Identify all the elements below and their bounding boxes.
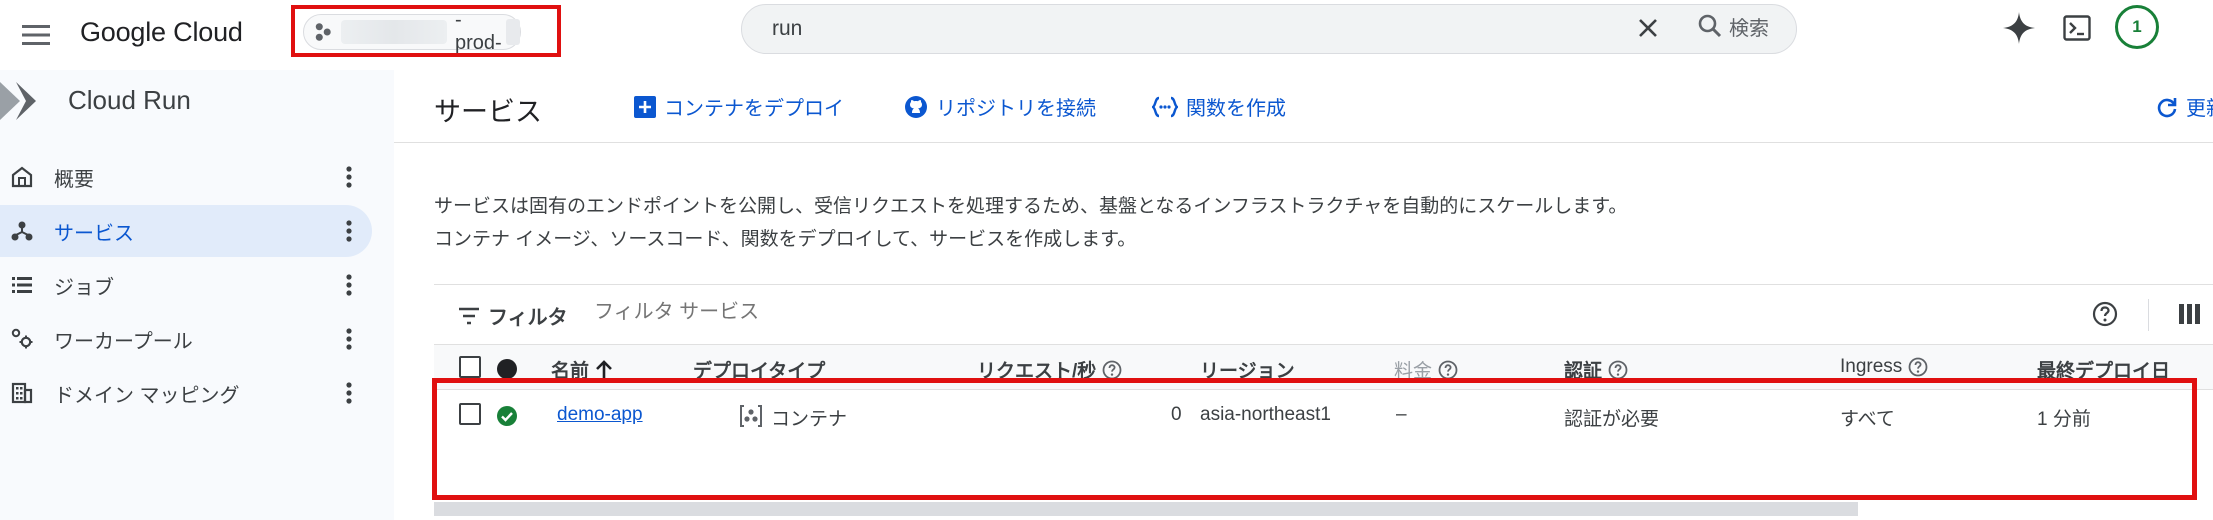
filter-input[interactable] <box>594 301 994 324</box>
project-name-redacted <box>341 20 447 44</box>
terminal-icon <box>2063 15 2091 41</box>
search-button[interactable]: 検索 <box>1697 10 1769 42</box>
column-header-label: Ingress <box>1840 356 1903 377</box>
sidebar-item-services[interactable]: サービス <box>0 205 372 257</box>
product-title: Cloud Run <box>68 85 191 115</box>
services-icon <box>11 221 33 241</box>
connect-repo-button[interactable]: リポジトリを接続 <box>904 92 1096 121</box>
action-bar: サービス コンテナをデプロイ リポジトリを接続 関数を作成 更新 <box>394 70 2213 143</box>
page-title: サービス <box>434 97 542 127</box>
help-icon[interactable] <box>1608 360 1628 380</box>
gemini-button[interactable] <box>2001 10 2037 46</box>
sidebar-item-label: ドメイン マッピング <box>54 384 240 407</box>
sparkle-icon <box>2003 12 2035 44</box>
hamburger-icon <box>22 25 50 45</box>
more-options-button[interactable] <box>339 216 359 246</box>
create-function-button[interactable]: 関数を作成 <box>1152 92 1286 121</box>
list-icon <box>12 277 32 293</box>
more-options-button[interactable] <box>339 324 359 354</box>
filter-label: フィルタ <box>488 307 568 329</box>
deploy-container-label: コンテナをデプロイ <box>664 98 844 120</box>
column-header-ingress[interactable]: Ingress <box>1840 356 1928 378</box>
filter-icon <box>459 307 479 324</box>
more-options-button[interactable] <box>339 378 359 408</box>
project-name-redacted-tail <box>505 19 520 45</box>
main-menu-button[interactable] <box>16 15 56 55</box>
select-all-checkbox[interactable] <box>459 356 481 378</box>
search-clear-button[interactable] <box>1636 16 1660 40</box>
help-icon[interactable] <box>1102 360 1122 380</box>
sidebar-item-overview[interactable]: 概要 <box>0 151 372 203</box>
more-options-button[interactable] <box>339 270 359 300</box>
sidebar: Cloud Run 概要 サービス ジョブ ワーカープール ドメイン マッピング <box>0 70 394 520</box>
more-options-button[interactable] <box>339 162 359 192</box>
create-function-label: 関数を作成 <box>1186 98 1286 120</box>
help-icon <box>2092 301 2118 327</box>
horizontal-scrollbar[interactable] <box>434 502 1858 516</box>
sidebar-item-label: 概要 <box>54 168 94 191</box>
description-line-2: コンテナ イメージ、ソースコード、関数をデプロイして、サービスを作成します。 <box>434 229 1137 250</box>
sidebar-header: Cloud Run <box>0 70 394 134</box>
help-icon[interactable] <box>1438 360 1458 380</box>
sidebar-item-domain-mappings[interactable]: ドメイン マッピング <box>0 367 372 419</box>
sidebar-item-label: ワーカープール <box>54 330 193 353</box>
search-icon <box>1698 14 1722 38</box>
refresh-label: 更新 <box>2186 98 2213 120</box>
search-button-label: 検索 <box>1729 17 1769 40</box>
arrow-up-icon <box>596 359 612 379</box>
kebab-icon <box>346 382 352 404</box>
building-icon <box>11 382 33 404</box>
add-box-icon <box>634 95 656 118</box>
search-input[interactable]: run <box>772 17 802 41</box>
deploy-container-button[interactable]: コンテナをデプロイ <box>634 92 844 121</box>
kebab-icon <box>346 220 352 242</box>
cloud-shell-button[interactable] <box>2059 10 2095 46</box>
top-bar: Google Cloud -prod- run 検索 1 <box>0 0 2213 70</box>
github-icon <box>905 95 927 118</box>
sidebar-item-jobs[interactable]: ジョブ <box>0 259 372 311</box>
sidebar-item-worker-pools[interactable]: ワーカープール <box>0 313 372 365</box>
filter-button[interactable]: フィルタ <box>458 301 568 330</box>
project-picker-highlight: -prod- <box>291 5 561 57</box>
project-dots-icon <box>315 23 331 41</box>
sidebar-item-label: ジョブ <box>54 276 114 299</box>
row-highlight-box <box>432 378 2197 500</box>
kebab-icon <box>346 274 352 296</box>
divider <box>2148 299 2149 331</box>
kebab-icon <box>346 328 352 350</box>
help-icon[interactable] <box>1908 357 1928 377</box>
connect-repo-label: リポジトリを接続 <box>936 98 1096 120</box>
function-icon <box>1152 96 1178 117</box>
columns-icon <box>2179 304 2200 324</box>
sidebar-item-label: サービス <box>54 222 134 245</box>
status-column-header <box>496 358 518 380</box>
close-icon <box>1639 19 1657 37</box>
refresh-button[interactable]: 更新 <box>2156 92 2213 121</box>
cloud-run-icon <box>0 82 36 120</box>
project-picker[interactable]: -prod- <box>303 9 521 54</box>
home-icon <box>11 166 33 188</box>
notification-badge[interactable]: 1 <box>2115 5 2159 49</box>
filter-bar: フィルタ <box>434 284 2213 344</box>
google-cloud-logo[interactable]: Google Cloud <box>80 12 243 52</box>
column-display-button[interactable] <box>2179 303 2201 325</box>
description-line-1: サービスは固有のエンドポイントを公開し、受信リクエストを処理するため、基盤となる… <box>434 196 1628 217</box>
refresh-icon <box>2157 97 2177 117</box>
kebab-icon <box>346 166 352 188</box>
status-dot-icon <box>497 359 517 379</box>
workerpool-icon <box>11 328 33 349</box>
checkbox-box <box>459 356 481 378</box>
project-name: -prod- <box>454 9 502 54</box>
help-button[interactable] <box>2092 301 2118 327</box>
